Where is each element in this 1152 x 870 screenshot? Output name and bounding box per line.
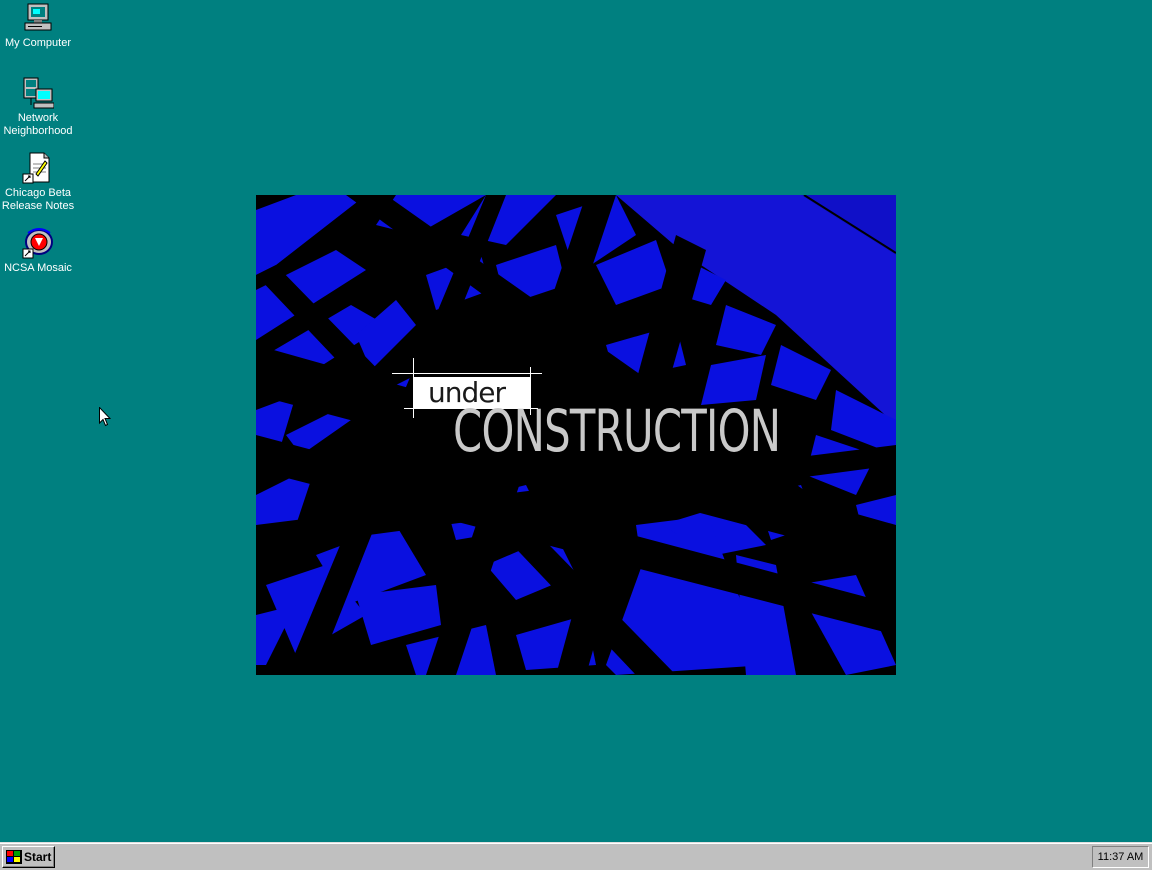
desktop-icon-label: Chicago Beta Release Notes: [1, 187, 75, 212]
splash-word-construction: CONSTRUCTION: [453, 397, 781, 465]
release-notes-icon: [22, 152, 50, 184]
splash-crosshair-line: [392, 373, 542, 374]
desktop-icon-my-computer[interactable]: My Computer: [0, 2, 76, 50]
taskbar: Start 11:37 AM: [0, 842, 1152, 870]
splash-crosshair-line: [413, 358, 414, 418]
windows-logo-icon: [6, 850, 22, 864]
my-computer-icon: [24, 3, 52, 31]
desktop: My Computer Network Neighborhood Chicago…: [0, 0, 1152, 842]
system-tray: 11:37 AM: [1092, 846, 1149, 868]
desktop-icon-release-notes[interactable]: Chicago Beta Release Notes: [0, 152, 76, 213]
taskbar-clock[interactable]: 11:37 AM: [1098, 851, 1144, 863]
desktop-icon-label: Network Neighborhood: [3, 112, 73, 137]
mouse-pointer-icon: [99, 407, 111, 427]
start-button[interactable]: Start: [2, 846, 55, 868]
ncsa-mosaic-icon: [22, 228, 53, 259]
desktop-icon-label: NCSA Mosaic: [4, 262, 72, 274]
desktop-icon-label: My Computer: [4, 37, 72, 49]
network-neighborhood-icon: [23, 77, 54, 109]
desktop-icon-network-neighborhood[interactable]: Network Neighborhood: [0, 77, 76, 138]
desktop-icon-ncsa-mosaic[interactable]: NCSA Mosaic: [0, 227, 76, 275]
start-button-label: Start: [24, 850, 52, 864]
